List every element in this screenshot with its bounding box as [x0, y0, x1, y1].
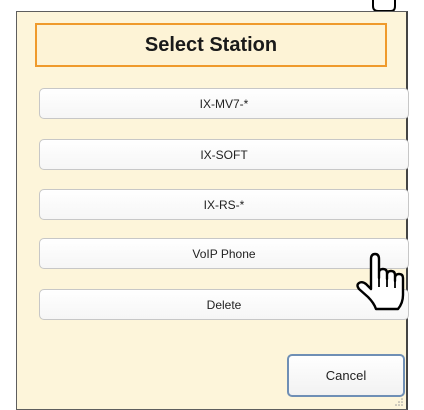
dialog-title-box: Select Station — [35, 23, 387, 67]
station-button-ix-mv7[interactable]: IX-MV7-* — [39, 88, 409, 119]
station-button-ix-soft[interactable]: IX-SOFT — [39, 139, 409, 170]
resize-grip-icon[interactable] — [394, 397, 404, 407]
hand-pointer-icon — [356, 252, 405, 311]
dialog-title: Select Station — [144, 33, 278, 56]
station-button-ix-rs[interactable]: IX-RS-* — [39, 189, 409, 220]
select-station-dialog: Select Station IX-MV7-* IX-SOFT IX-RS-* … — [16, 11, 409, 410]
cancel-button[interactable]: Cancel — [287, 354, 405, 397]
